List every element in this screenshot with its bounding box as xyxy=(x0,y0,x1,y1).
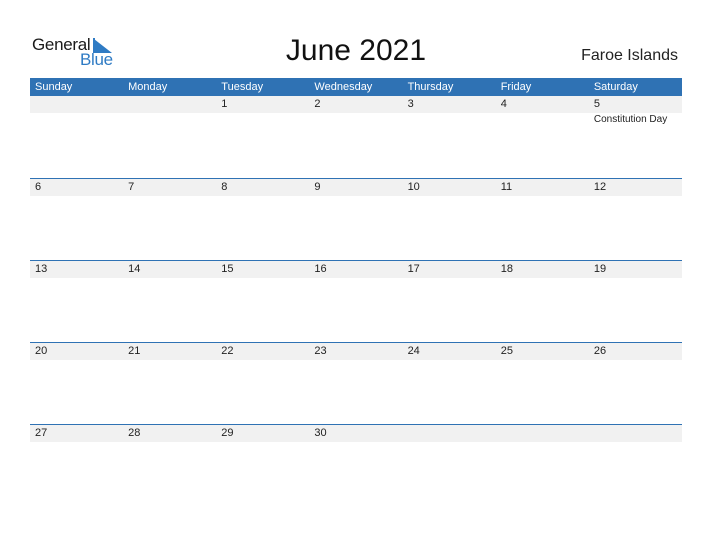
holiday-label xyxy=(309,196,402,197)
day-number: 26 xyxy=(593,345,607,357)
week-row: 20 21 22 23 24 25 26 xyxy=(30,342,682,424)
holiday-label xyxy=(123,360,216,361)
holiday-label xyxy=(403,196,496,197)
weekday-wednesday: Wednesday xyxy=(314,81,373,93)
event-area xyxy=(30,360,682,361)
day-number: 28 xyxy=(128,427,141,439)
day-number: 12 xyxy=(593,181,607,193)
day-number: 10 xyxy=(407,181,420,193)
holiday-label xyxy=(30,360,123,361)
event-area xyxy=(30,442,682,443)
holiday-label xyxy=(30,113,123,125)
day-number: 20 xyxy=(35,345,48,357)
day-number: 15 xyxy=(221,263,234,275)
holiday-label xyxy=(403,278,496,279)
date-strip: 13 14 15 16 17 18 19 xyxy=(30,261,682,278)
weeks-container: 1 2 3 4 5 Constitution Day 6 7 8 9 10 11 12 13 14 15 16 1… xyxy=(30,96,682,455)
weekday-friday: Friday xyxy=(500,81,532,93)
day-number xyxy=(496,425,589,442)
day-number: 24 xyxy=(407,345,420,357)
week-row: 27 28 29 30 xyxy=(30,424,682,455)
calendar-grid: Sunday Monday Tuesday Wednesday Thursday… xyxy=(30,78,682,455)
weekday-monday: Monday xyxy=(128,81,168,93)
day-number: 13 xyxy=(35,263,48,275)
weekday-header: Sunday Monday Tuesday Wednesday Thursday… xyxy=(30,78,682,96)
holiday-label xyxy=(30,278,123,279)
day-number: 25 xyxy=(500,345,513,357)
week-row: 1 2 3 4 5 Constitution Day xyxy=(30,96,682,178)
day-number: 17 xyxy=(407,263,420,275)
day-number: 22 xyxy=(221,345,234,357)
week-row: 13 14 15 16 17 18 19 xyxy=(30,260,682,342)
holiday-label xyxy=(123,113,216,125)
day-number: 29 xyxy=(221,427,234,439)
holiday-label xyxy=(30,196,123,197)
week-row: 6 7 8 9 10 11 12 xyxy=(30,178,682,260)
holiday-label xyxy=(309,278,402,279)
holiday-label xyxy=(123,442,216,443)
event-area: Constitution Day xyxy=(30,113,682,125)
holiday-label xyxy=(403,113,496,125)
holiday-label xyxy=(216,278,309,279)
day-number: 14 xyxy=(128,263,141,275)
weekday-tuesday: Tuesday xyxy=(221,81,264,93)
holiday-label: Constitution Day xyxy=(593,114,668,125)
holiday-label xyxy=(496,196,589,197)
weekday-thursday: Thursday xyxy=(407,81,454,93)
day-number: 27 xyxy=(35,427,48,439)
day-number xyxy=(30,96,123,113)
day-number: 16 xyxy=(314,263,327,275)
day-number: 2 xyxy=(314,98,321,110)
holiday-label xyxy=(589,278,682,279)
holiday-label xyxy=(309,442,402,443)
holiday-label xyxy=(403,360,496,361)
holiday-label xyxy=(30,442,123,443)
day-number: 18 xyxy=(500,263,513,275)
holiday-label xyxy=(123,278,216,279)
day-number: 30 xyxy=(314,427,327,439)
country-label: Faroe Islands xyxy=(581,47,678,64)
day-number xyxy=(123,96,216,113)
day-number: 5 xyxy=(593,98,600,110)
day-number: 4 xyxy=(500,98,507,110)
day-number: 6 xyxy=(35,181,42,193)
day-number: 19 xyxy=(593,263,607,275)
event-area xyxy=(30,196,682,197)
day-number xyxy=(589,425,682,442)
holiday-label xyxy=(589,196,682,197)
date-strip: 20 21 22 23 24 25 26 xyxy=(30,343,682,360)
day-number: 8 xyxy=(221,181,228,193)
day-number: 23 xyxy=(314,345,327,357)
holiday-label xyxy=(216,442,309,443)
day-number: 3 xyxy=(407,98,414,110)
holiday-label xyxy=(216,360,309,361)
weekday-saturday: Saturday xyxy=(593,81,638,93)
holiday-label xyxy=(589,442,682,443)
holiday-label xyxy=(216,196,309,197)
day-number: 9 xyxy=(314,181,321,193)
date-strip: 27 28 29 30 xyxy=(30,425,682,442)
holiday-label xyxy=(496,113,589,125)
holiday-label xyxy=(496,278,589,279)
day-number: 7 xyxy=(128,181,135,193)
holiday-label xyxy=(216,113,309,125)
holiday-label xyxy=(309,360,402,361)
holiday-label xyxy=(589,360,682,361)
day-number xyxy=(403,425,496,442)
date-strip: 6 7 8 9 10 11 12 xyxy=(30,179,682,196)
holiday-label xyxy=(403,442,496,443)
holiday-label xyxy=(309,113,402,125)
holiday-label xyxy=(496,360,589,361)
day-number: 21 xyxy=(128,345,141,357)
holiday-label xyxy=(123,196,216,197)
event-area xyxy=(30,278,682,279)
weekday-sunday: Sunday xyxy=(35,81,73,93)
day-number: 1 xyxy=(221,98,228,110)
holiday-label xyxy=(496,442,589,443)
day-number: 11 xyxy=(500,181,513,193)
date-strip: 1 2 3 4 5 xyxy=(30,96,682,113)
